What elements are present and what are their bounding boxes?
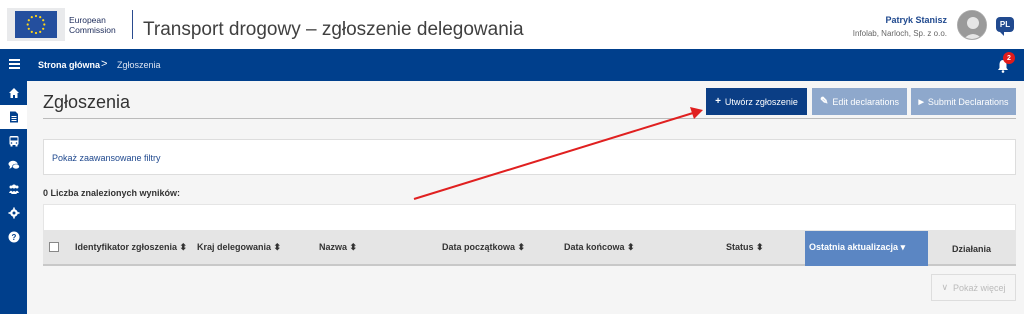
breadcrumb-current: Zgłoszenia [117,60,161,70]
sort-icon: ⬍ [627,242,635,252]
sort-icon: ⬍ [349,242,358,252]
logo-text: European Commission [69,15,116,35]
notification-badge: 2 [1003,52,1015,64]
bus-icon [9,136,18,147]
caret-right-icon: ▶ [918,98,924,106]
column-header-status[interactable]: Status ⬍ [726,242,764,253]
edit-declarations-button[interactable]: ✎ Edit declarations [812,88,907,115]
logo-divider [132,10,133,39]
edit-declarations-label: Edit declarations [832,96,899,107]
submit-declarations-label: Submit Declarations [927,96,1009,107]
sidebar-item-settings[interactable] [0,201,27,225]
sidebar-item-messages[interactable] [0,153,27,177]
breadcrumb-home[interactable]: Strona główna [38,60,100,70]
plus-icon: + [715,96,721,107]
column-header-last-update[interactable]: Ostatnia aktualizacja ▾ [805,231,928,266]
users-icon [8,184,19,194]
sort-icon: ⬍ [179,242,188,252]
sort-icon: ⬍ [517,242,526,252]
column-header-name[interactable]: Nazwa ⬍ [319,242,357,253]
svg-text:?: ? [11,233,16,242]
sidebar-item-help[interactable]: ? [0,225,27,249]
logo-line-2: Commission [69,24,116,35]
sidebar: ? [0,81,27,314]
column-header-country[interactable]: Kraj delegowania ⬍ [197,242,281,253]
show-more-button[interactable]: ∨ Pokaż więcej [931,274,1016,301]
create-declaration-label: Utwórz zgłoszenie [724,96,798,107]
logo-line-1: European [69,14,106,25]
language-selector[interactable]: PL [996,17,1014,36]
column-header-id[interactable]: Identyfikator zgłoszenia ⬍ [75,242,187,253]
document-icon [9,111,18,123]
results-count: 0 Liczba znalezionych wyników: [43,188,181,198]
home-icon [8,88,19,98]
table-header: Identyfikator zgłoszenia ⬍ Kraj delegowa… [43,231,1016,266]
gear-icon [8,207,19,219]
chevron-down-icon: ∨ [941,282,949,292]
show-more-label: Pokaż więcej [953,282,1006,293]
eu-flag-icon [7,8,65,41]
column-header-actions: Działania [952,244,992,254]
avatar[interactable] [957,10,987,40]
sort-desc-icon: ▾ [900,242,906,252]
sort-icon: ⬍ [756,242,764,252]
table-toolbar [43,204,1016,231]
title-divider [43,118,1016,119]
column-header-start-date[interactable]: Data początkowa ⬍ [442,242,525,253]
navbar: Strona główna > Zgłoszenia [0,49,1024,81]
select-all-checkbox[interactable] [49,242,59,252]
top-header: European Commission Transport drogowy – … [0,0,1024,49]
european-commission-logo[interactable]: European Commission [7,8,127,41]
sidebar-item-users[interactable] [0,177,27,201]
create-declaration-button[interactable]: + Utwórz zgłoszenie [706,88,807,115]
user-organization: Infolab, Narloch, Sp. z o.o. [852,29,947,38]
filter-panel: Pokaż zaawansowane filtry [43,139,1016,175]
sidebar-item-declarations[interactable] [0,105,27,129]
pencil-icon: ✎ [820,96,829,107]
user-name[interactable]: Patryk Stanisz [885,15,947,25]
help-icon: ? [8,231,19,243]
app-title: Transport drogowy – zgłoszenie delegowan… [143,19,524,40]
page-title: Zgłoszenia [43,92,131,112]
sidebar-item-home[interactable] [0,81,27,105]
menu-icon[interactable] [9,59,20,71]
column-header-end-date[interactable]: Data końcowa ⬍ [564,242,635,253]
breadcrumb-separator: > [101,58,108,70]
chat-icon [8,160,20,170]
advanced-filters-link[interactable]: Pokaż zaawansowane filtry [52,153,161,163]
sort-icon: ⬍ [273,242,282,252]
submit-declarations-button[interactable]: ▶ Submit Declarations [911,88,1016,115]
sidebar-item-vehicles[interactable] [0,129,27,153]
